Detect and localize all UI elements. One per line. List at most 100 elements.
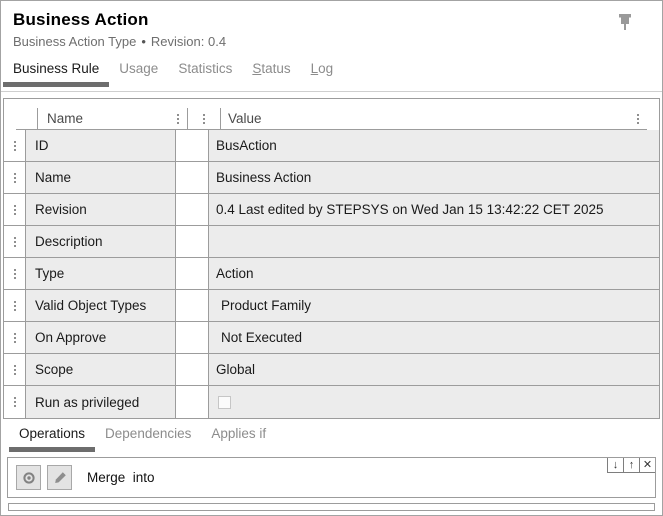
main-tabstrip: Business Rule Usage Statistics Status Log [1,61,662,92]
row-handle-cell [4,162,26,194]
kebab-dot [177,122,179,124]
kebab-dot [14,209,16,211]
tab-label: Log [311,61,334,76]
row-name-text: Valid Object Types [35,298,146,313]
row-name-cell[interactable]: ID [26,130,176,162]
row-name-text: Scope [35,362,73,377]
kebab-dot [14,145,16,147]
row-value-cell[interactable]: Product Family [209,290,659,322]
page-subtitle: Business Action Type•Revision: 0.4 [13,34,650,49]
remove-operation-icon[interactable]: ✕ [639,458,655,473]
kebab-dot [637,122,639,124]
divider-column-menu-icon[interactable] [201,112,207,126]
row-name-text: Name [35,170,71,185]
pencil-icon [52,470,68,486]
tab-label: Status [252,61,290,76]
row-divider-cell [176,130,209,162]
tab-dependencies[interactable]: Dependencies [95,426,201,441]
table-row-id: ID BusAction [4,130,659,162]
row-handle-cell [4,226,26,258]
checkbox-run-as-privileged[interactable] [218,396,231,409]
row-divider-cell [176,194,209,226]
business-action-editor-window: Business Action Business Action Type•Rev… [0,0,663,516]
row-drag-handle-icon[interactable] [12,363,18,377]
kebab-dot [14,369,16,371]
attributes-table: Name Value ID BusAction Name Business Action R… [3,98,660,419]
row-divider-cell [176,354,209,386]
column-header-divider[interactable] [188,108,221,130]
row-handle-cell [4,194,26,226]
tab-log[interactable]: Log [301,61,344,76]
row-drag-handle-icon[interactable] [12,139,18,153]
row-divider-cell [176,386,209,418]
tab-label: Applies if [211,426,266,441]
table-row-name: Name Business Action [4,162,659,194]
row-name-cell[interactable]: Revision [26,194,176,226]
value-column-menu-icon[interactable] [635,112,641,126]
row-drag-handle-icon[interactable] [12,395,18,409]
row-handle-cell [4,258,26,290]
row-value-text: Action [216,266,254,281]
edit-operation-button[interactable] [47,465,72,490]
tab-statistics[interactable]: Statistics [168,61,242,76]
row-drag-handle-icon[interactable] [12,235,18,249]
row-value-cell[interactable]: BusAction [209,130,659,162]
row-handle-cell [4,322,26,354]
kebab-dot [14,173,16,175]
kebab-dot [14,205,16,207]
row-name-text: On Approve [35,330,106,345]
tab-operations[interactable]: Operations [9,426,95,452]
row-name-cell[interactable]: Run as privileged [26,386,176,418]
row-name-cell[interactable]: Description [26,226,176,258]
column-header-label: Value [228,111,262,126]
row-name-cell[interactable]: Scope [26,354,176,386]
tab-business-rule[interactable]: Business Rule [3,61,109,87]
name-column-menu-icon[interactable] [175,112,181,126]
tab-label: Operations [19,426,85,441]
row-value-cell[interactable]: Business Action [209,162,659,194]
move-up-icon[interactable]: ↑ [623,458,639,473]
kebab-dot [14,269,16,271]
column-header-value[interactable]: Value [221,108,647,130]
row-value-cell[interactable]: 0.4 Last edited by STEPSYS on Wed Jan 15… [209,194,659,226]
row-name-cell[interactable]: Name [26,162,176,194]
tab-status[interactable]: Status [242,61,300,76]
preview-operation-button[interactable] [16,465,41,490]
row-drag-handle-icon[interactable] [12,331,18,345]
kebab-dot [14,373,16,375]
kebab-dot [203,118,205,120]
row-value-cell[interactable] [209,386,659,418]
row-drag-handle-icon[interactable] [12,299,18,313]
tab-usage[interactable]: Usage [109,61,168,76]
kebab-dot [14,177,16,179]
row-handle-cell [4,130,26,162]
tab-label: Usage [119,61,158,76]
row-name-cell[interactable]: Type [26,258,176,290]
operation-corner-toolbar: ↓ ↑ ✕ [607,458,655,473]
page-title: Business Action [13,10,650,30]
kebab-dot [637,114,639,116]
pin-icon[interactable] [616,12,634,32]
kebab-dot [14,305,16,307]
column-header-name[interactable]: Name [38,108,188,130]
row-value-cell[interactable] [209,226,659,258]
revision-label: Revision: 0.4 [151,34,226,49]
row-drag-handle-icon[interactable] [12,171,18,185]
column-header-label: Name [47,111,83,126]
kebab-dot [14,149,16,151]
tab-applies-if[interactable]: Applies if [201,426,276,441]
row-name-cell[interactable]: Valid Object Types [26,290,176,322]
row-name-text: Type [35,266,64,281]
kebab-dot [14,213,16,215]
row-value-cell[interactable]: Global [209,354,659,386]
row-name-cell[interactable]: On Approve [26,322,176,354]
tab-label: Dependencies [105,426,191,441]
table-header-row: Name Value [4,99,659,130]
row-divider-cell [176,226,209,258]
row-value-cell[interactable]: Action [209,258,659,290]
row-drag-handle-icon[interactable] [12,267,18,281]
move-down-icon[interactable]: ↓ [607,458,623,473]
row-drag-handle-icon[interactable] [12,203,18,217]
row-value-cell[interactable]: Not Executed [209,322,659,354]
row-value-text: Product Family [216,298,311,313]
